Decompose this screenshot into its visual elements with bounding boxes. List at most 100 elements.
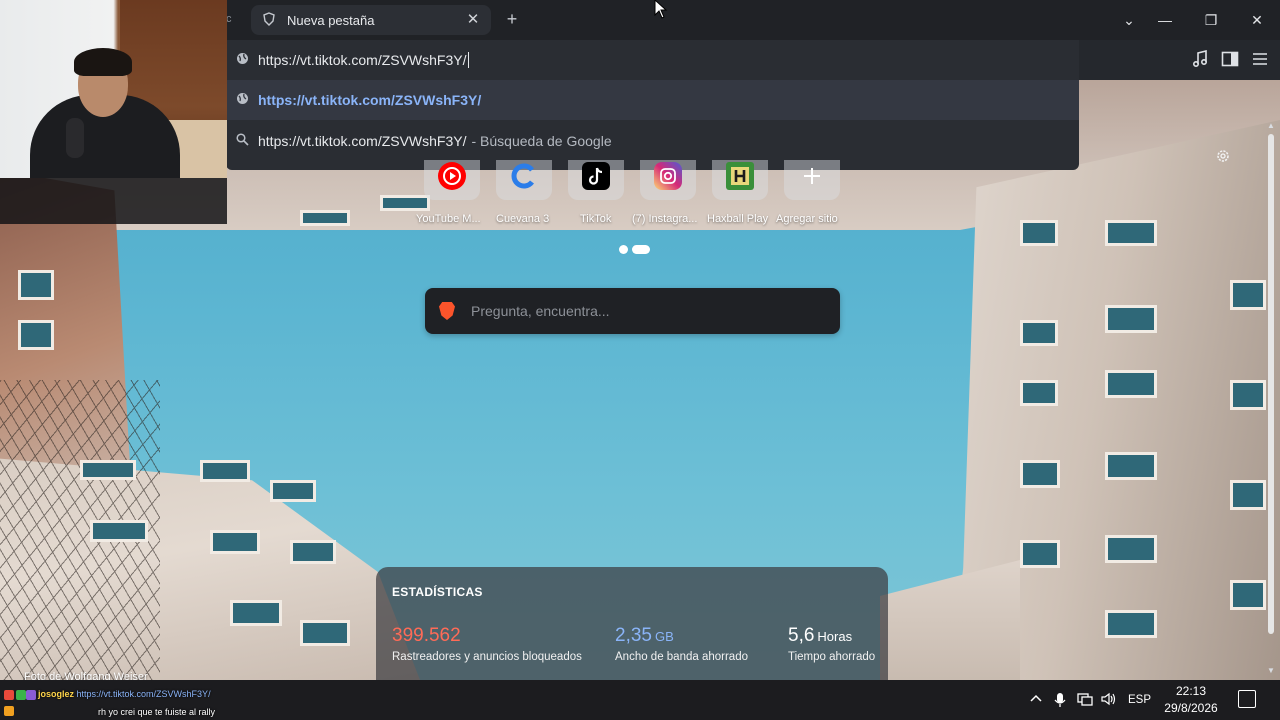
stats-widget: ESTADÍSTICAS 399.562 Rastreadores y anun… xyxy=(376,567,888,680)
building-right-lower xyxy=(880,560,1020,680)
chat-link: https://vt.tiktok.com/ZSVWshF3Y/ xyxy=(76,689,211,699)
volume-icon[interactable] xyxy=(1101,692,1117,710)
address-input[interactable]: https://vt.tiktok.com/ZSVWshF3Y/ xyxy=(258,52,469,68)
top-site-youtube-music[interactable] xyxy=(424,160,480,200)
top-site-add[interactable] xyxy=(784,160,840,200)
tiktok-icon xyxy=(582,162,610,190)
close-window-button[interactable]: ✕ xyxy=(1247,10,1267,30)
shield-icon xyxy=(261,12,277,28)
brave-logo-icon xyxy=(439,302,455,320)
window xyxy=(1020,540,1060,568)
omnibox-dropdown: https://vt.tiktok.com/ZSVWshF3Y/ https:/… xyxy=(226,40,1079,170)
page-dot[interactable] xyxy=(619,245,628,254)
youtube-music-icon xyxy=(438,162,466,190)
suggestion-search-text: https://vt.tiktok.com/ZSVWshF3Y/ xyxy=(258,133,467,149)
page-dot-active[interactable] xyxy=(632,245,650,254)
plus-icon xyxy=(798,162,826,190)
window xyxy=(1020,320,1058,346)
cuevana-icon xyxy=(510,162,538,190)
clock[interactable]: 22:13 29/8/2026 xyxy=(1156,683,1226,717)
new-tab-button[interactable]: + xyxy=(502,9,522,29)
search-icon xyxy=(226,133,258,149)
window xyxy=(1230,480,1266,510)
address-bar[interactable]: https://vt.tiktok.com/ZSVWshF3Y/ xyxy=(226,40,1079,80)
suggestion-search[interactable]: https://vt.tiktok.com/ZSVWshF3Y/ - Búsqu… xyxy=(226,120,1079,162)
window xyxy=(210,530,260,554)
chat-overlay: josoglez https://vt.tiktok.com/ZSVWshF3Y… xyxy=(0,686,300,720)
top-site-label: YouTube M... xyxy=(416,213,481,225)
instagram-icon xyxy=(654,162,682,190)
chevron-up-icon[interactable] xyxy=(1029,692,1043,710)
minimize-button[interactable]: — xyxy=(1155,10,1175,30)
network-icon[interactable] xyxy=(1077,692,1093,710)
scroll-down-icon[interactable]: ▼ xyxy=(1267,666,1275,675)
stat-bandwidth-label: Ancho de banda ahorrado xyxy=(615,651,748,663)
tab-nueva-pestana[interactable]: Nueva pestaña ✕ xyxy=(251,5,491,35)
search-box[interactable]: Pregunta, encuentra... xyxy=(425,288,840,334)
language-indicator[interactable]: ESP xyxy=(1128,692,1151,708)
window xyxy=(1230,380,1266,410)
window xyxy=(1105,305,1157,333)
mouse-cursor-icon xyxy=(654,0,668,19)
top-site-label: Cuevana 3 xyxy=(496,213,550,225)
window xyxy=(1230,280,1266,310)
close-icon[interactable]: ✕ xyxy=(465,12,481,28)
window xyxy=(1105,370,1157,398)
window xyxy=(18,270,54,300)
top-site-label: TikTok xyxy=(580,213,612,225)
text-caret xyxy=(467,52,469,68)
window xyxy=(90,520,148,542)
stat-trackers: 399.562 Rastreadores y anuncios bloquead… xyxy=(392,625,582,663)
suggestion-search-suffix: - Búsqueda de Google xyxy=(471,133,612,149)
window xyxy=(290,540,336,564)
globe-icon xyxy=(226,92,258,108)
window xyxy=(1230,580,1266,610)
window xyxy=(300,620,350,646)
tab-title: Nueva pestaña xyxy=(287,12,375,28)
sidebar-icon[interactable] xyxy=(1219,50,1241,72)
stat-bandwidth-unit: GB xyxy=(654,629,674,644)
stat-time: 5,6 Horas Tiempo ahorrado xyxy=(788,625,875,663)
window xyxy=(80,460,136,480)
scroll-up-icon[interactable]: ▲ xyxy=(1267,121,1275,130)
window xyxy=(200,460,250,482)
haxball-icon xyxy=(726,162,754,190)
webcam-overlay xyxy=(0,0,227,178)
chat-badge-icon xyxy=(4,690,14,700)
music-icon[interactable] xyxy=(1189,49,1211,72)
settings-gear-icon[interactable] xyxy=(1214,148,1232,166)
notification-icon[interactable] xyxy=(1238,690,1256,708)
stat-time-label: Tiempo ahorrado xyxy=(788,651,876,663)
chat-username: josoglez xyxy=(38,689,75,699)
window xyxy=(300,210,350,226)
window xyxy=(1105,220,1157,246)
window xyxy=(1020,380,1058,406)
top-site-instagram[interactable] xyxy=(640,160,696,200)
webcam-person-hair xyxy=(74,48,132,76)
restore-button[interactable]: ❐ xyxy=(1201,10,1221,30)
stat-time-value: 5,6 xyxy=(788,625,815,646)
scrollbar-thumb[interactable] xyxy=(1268,134,1274,634)
window xyxy=(1105,452,1157,480)
globe-icon xyxy=(226,52,258,68)
window xyxy=(18,320,54,350)
top-site-haxball[interactable] xyxy=(712,160,768,200)
window xyxy=(270,480,316,502)
clock-date: 29/8/2026 xyxy=(1164,701,1218,715)
top-site-label: Agregar sitio xyxy=(776,213,838,225)
tab-list-button[interactable]: ⌄ xyxy=(1119,10,1139,30)
menu-icon[interactable] xyxy=(1249,50,1271,72)
top-site-cuevana[interactable] xyxy=(496,160,552,200)
microphone-icon[interactable] xyxy=(1053,692,1067,712)
stat-bandwidth-value: 2,35 xyxy=(615,625,652,646)
suggestion-url-text: https://vt.tiktok.com/ZSVWshF3Y/ xyxy=(258,92,482,108)
stat-time-unit: Horas xyxy=(817,629,853,644)
window xyxy=(1020,220,1058,246)
top-site-tiktok[interactable] xyxy=(568,160,624,200)
suggestion-url[interactable]: https://vt.tiktok.com/ZSVWshF3Y/ xyxy=(226,80,1079,120)
webcam-shadow xyxy=(0,178,227,224)
stats-title: ESTADÍSTICAS xyxy=(392,585,483,599)
window xyxy=(1020,460,1060,488)
chat-message: josoglez https://vt.tiktok.com/ZSVWshF3Y… xyxy=(38,689,211,699)
top-site-label: (7) Instagra... xyxy=(632,213,698,225)
